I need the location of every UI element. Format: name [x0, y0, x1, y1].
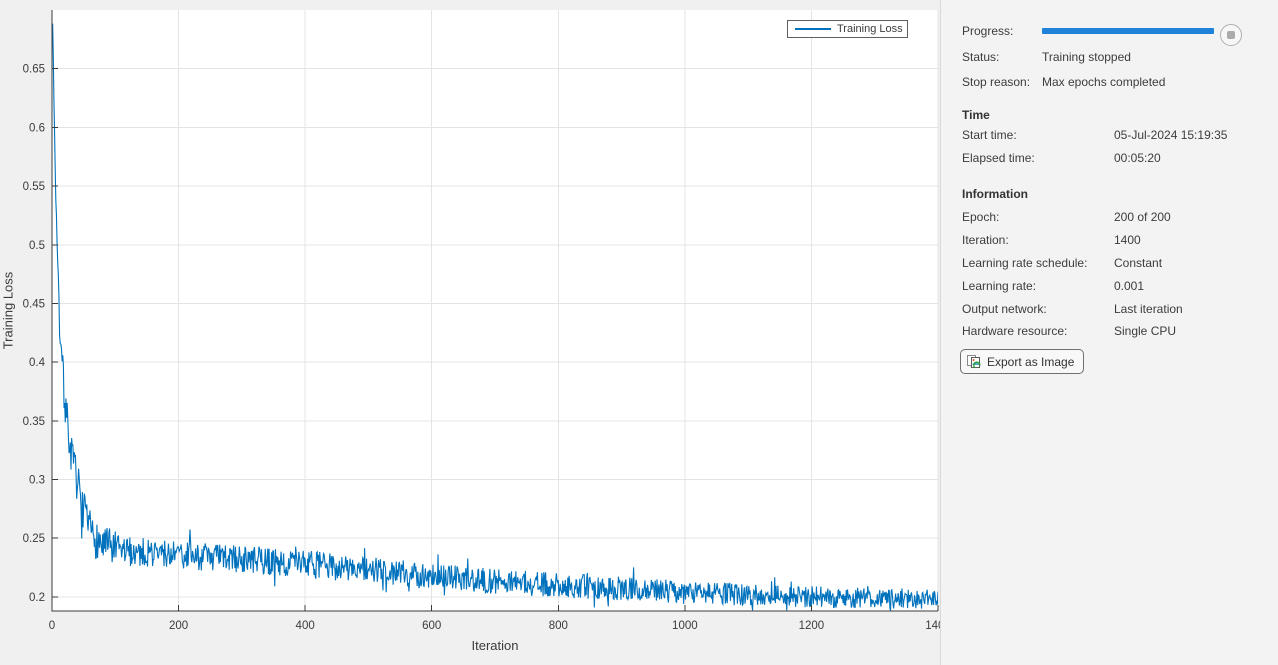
- y-tick-label: 0.55: [23, 181, 45, 193]
- status-value: Training stopped: [1042, 50, 1131, 64]
- hardware-resource-value: Single CPU: [1114, 324, 1176, 338]
- plot-area: [52, 10, 938, 611]
- iteration-value: 1400: [1114, 233, 1141, 247]
- start-time-value: 05-Jul-2024 15:19:35: [1114, 128, 1227, 142]
- status-label: Status:: [962, 50, 999, 64]
- progress-label: Progress:: [962, 24, 1013, 38]
- x-tick-label: 600: [422, 620, 441, 632]
- stop-training-button[interactable]: [1220, 24, 1242, 46]
- stop-reason-label: Stop reason:: [962, 75, 1030, 89]
- training-info-panel: Progress: Status: Training stopped Stop …: [941, 0, 1278, 665]
- training-progress-figure: 0.2 0.25 0.3 0.35 0.4 0.45 0.5 0.55 0.6 0.65 0 200 4…: [0, 0, 941, 665]
- output-network-label: Output network:: [962, 302, 1047, 316]
- y-axis-label: Training Loss: [1, 256, 16, 366]
- y-tick-label: 0.65: [23, 64, 45, 76]
- x-tick-label: 1000: [672, 620, 698, 632]
- learning-rate-value: 0.001: [1114, 279, 1144, 293]
- y-tick-label: 0.35: [23, 416, 45, 428]
- y-tick-label: 0.45: [23, 298, 45, 310]
- legend-label: Training Loss: [837, 23, 903, 35]
- progress-bar-fill: [1042, 28, 1214, 34]
- legend: Training Loss: [787, 20, 908, 38]
- export-image-icon: [966, 354, 982, 370]
- x-tick-label: 1400: [925, 620, 940, 632]
- export-button-label: Export as Image: [987, 355, 1074, 369]
- x-tick-label: 400: [296, 620, 315, 632]
- x-tick-label: 800: [549, 620, 568, 632]
- export-as-image-button[interactable]: Export as Image: [960, 349, 1084, 374]
- x-tick-label: 200: [169, 620, 188, 632]
- stop-icon: [1227, 31, 1235, 39]
- epoch-value: 200 of 200: [1114, 210, 1171, 224]
- x-axis-label: Iteration: [445, 638, 545, 653]
- y-tick-label: 0.6: [29, 122, 45, 134]
- y-tick-label: 0.2: [29, 592, 45, 604]
- x-tick-label: 1200: [799, 620, 825, 632]
- information-section-header: Information: [962, 187, 1028, 201]
- time-section-header: Time: [962, 108, 990, 122]
- output-network-value: Last iteration: [1114, 302, 1183, 316]
- start-time-label: Start time:: [962, 128, 1017, 142]
- y-tick-label: 0.25: [23, 533, 45, 545]
- y-tick-label: 0.3: [29, 475, 45, 487]
- hardware-resource-label: Hardware resource:: [962, 324, 1067, 338]
- stop-reason-value: Max epochs completed: [1042, 75, 1165, 89]
- iteration-label: Iteration:: [962, 233, 1009, 247]
- y-tick-label: 0.4: [29, 357, 46, 369]
- learning-rate-schedule-value: Constant: [1114, 256, 1162, 270]
- legend-line-sample: [795, 28, 831, 30]
- elapsed-time-value: 00:05:20: [1114, 151, 1161, 165]
- y-tick-label: 0.5: [29, 240, 45, 252]
- x-tick-label: 0: [49, 620, 55, 632]
- learning-rate-label: Learning rate:: [962, 279, 1036, 293]
- learning-rate-schedule-label: Learning rate schedule:: [962, 256, 1087, 270]
- elapsed-time-label: Elapsed time:: [962, 151, 1035, 165]
- training-loss-chart: 0.2 0.25 0.3 0.35 0.4 0.45 0.5 0.55 0.6 0.65 0 200 4…: [0, 0, 940, 665]
- epoch-label: Epoch:: [962, 210, 999, 224]
- progress-bar: [1042, 28, 1214, 34]
